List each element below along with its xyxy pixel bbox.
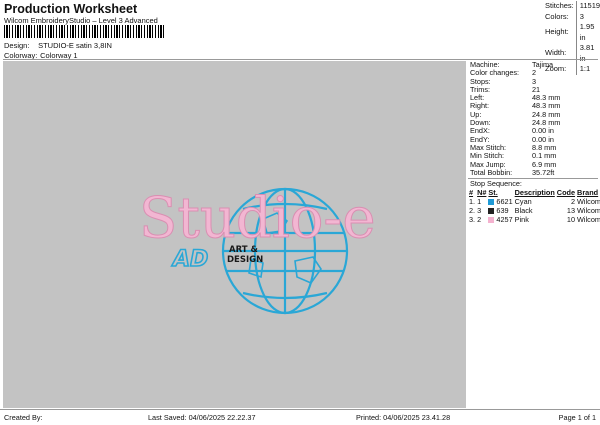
design-label: Design: — [4, 41, 30, 50]
column-header: Description — [514, 188, 555, 198]
color-swatch — [488, 217, 495, 224]
color-description: Black — [514, 206, 533, 216]
stat-row: Total Bobbin: 35.72ft — [468, 167, 598, 177]
software-subtitle: Wilcom EmbroideryStudio – Level 3 Advanc… — [4, 16, 158, 25]
color-description: Pink — [514, 215, 529, 225]
design-row: Design: STUDIO-E satin 3,8IN — [4, 41, 112, 50]
design-preview[interactable]: Studio-e AD ART & DESIGN — [3, 61, 466, 408]
last-saved: Last Saved: 04/06/2025 22.22.37 — [148, 413, 256, 422]
stat-row: Colors: 3 — [543, 11, 600, 22]
column-header: Code — [556, 188, 576, 198]
barcode — [4, 25, 166, 38]
stitch-cell: 6621 — [487, 197, 513, 206]
color-code: 2 — [570, 197, 576, 207]
table-row: 1. 1 6621 Cyan 2 Wilcom — [468, 197, 600, 206]
machine-stats-panel: Machine: Tajima Color changes: 2 Stops: 3 T… — [468, 60, 600, 224]
column-header: # — [469, 188, 474, 198]
thread-brand: Wilcom — [577, 197, 600, 207]
column-header: St. — [488, 188, 498, 198]
thread-brand: Wilcom — [577, 215, 600, 225]
stat-label: Stitches: — [545, 1, 574, 10]
stop-sequence-table: # N# St. Description Code Brand 1. 1 662… — [468, 188, 600, 224]
header-divider — [3, 59, 598, 60]
studio-e-lettering: Studio-e — [139, 186, 375, 251]
needle-number: 1 — [477, 197, 482, 207]
ad-lettering: AD — [171, 247, 208, 272]
table-row: 2. 3 639 Black 13 Wilcom — [468, 206, 600, 215]
needle-number: 3 — [477, 206, 482, 216]
stat-label: Colors: — [545, 11, 569, 21]
stat-value: 1.95 in — [575, 22, 600, 43]
stat-label: Height: — [545, 27, 569, 37]
column-header: Brand — [577, 188, 599, 198]
stitch-cell: 4257 — [487, 215, 513, 224]
footer-bar: Created By: Last Saved: 04/06/2025 22.22… — [0, 409, 600, 425]
stat-row: Height: 1.95 in — [543, 22, 600, 43]
needle-number: 2 — [477, 215, 482, 225]
stat-row: Stitches: 11519 — [543, 1, 600, 12]
color-swatch — [488, 199, 495, 206]
stat-value: 35.72ft — [532, 167, 555, 177]
stitch-count: 6621 — [496, 197, 513, 207]
created-by: Created By: — [4, 413, 43, 422]
row-number: 2. — [469, 206, 476, 216]
art-lettering: ART & — [229, 245, 258, 255]
stitch-cell: 639 — [487, 206, 513, 215]
color-code: 10 — [566, 215, 576, 225]
row-number: 3. — [469, 215, 476, 225]
row-number: 1. — [469, 197, 476, 207]
table-header-row: # N# St. Description Code Brand — [468, 188, 600, 197]
stop-sequence-title: Stop Sequence: — [470, 179, 522, 189]
color-code: 13 — [566, 206, 576, 216]
printed-date: Printed: 04/06/2025 23.41.28 — [356, 413, 451, 422]
design-lettering: DESIGN — [227, 255, 263, 265]
page-number: Page 1 of 1 — [558, 413, 596, 422]
worksheet-title: Production Worksheet — [4, 2, 138, 16]
design-value: STUDIO-E satin 3,8IN — [38, 41, 112, 50]
stat-value: 11519 — [575, 1, 600, 12]
stitch-count: 4257 — [496, 215, 513, 225]
color-description: Cyan — [514, 197, 532, 207]
table-row: 3. 2 4257 Pink 10 Wilcom — [468, 215, 600, 224]
stitch-count: 639 — [496, 206, 509, 216]
color-swatch — [488, 208, 495, 215]
thread-brand: Wilcom — [577, 206, 600, 216]
stat-value: 3 — [575, 11, 600, 22]
column-header: N# — [477, 188, 487, 198]
embroidery-artwork: Studio-e AD ART & DESIGN — [139, 186, 376, 315]
stat-label: Total Bobbin: — [470, 167, 513, 177]
